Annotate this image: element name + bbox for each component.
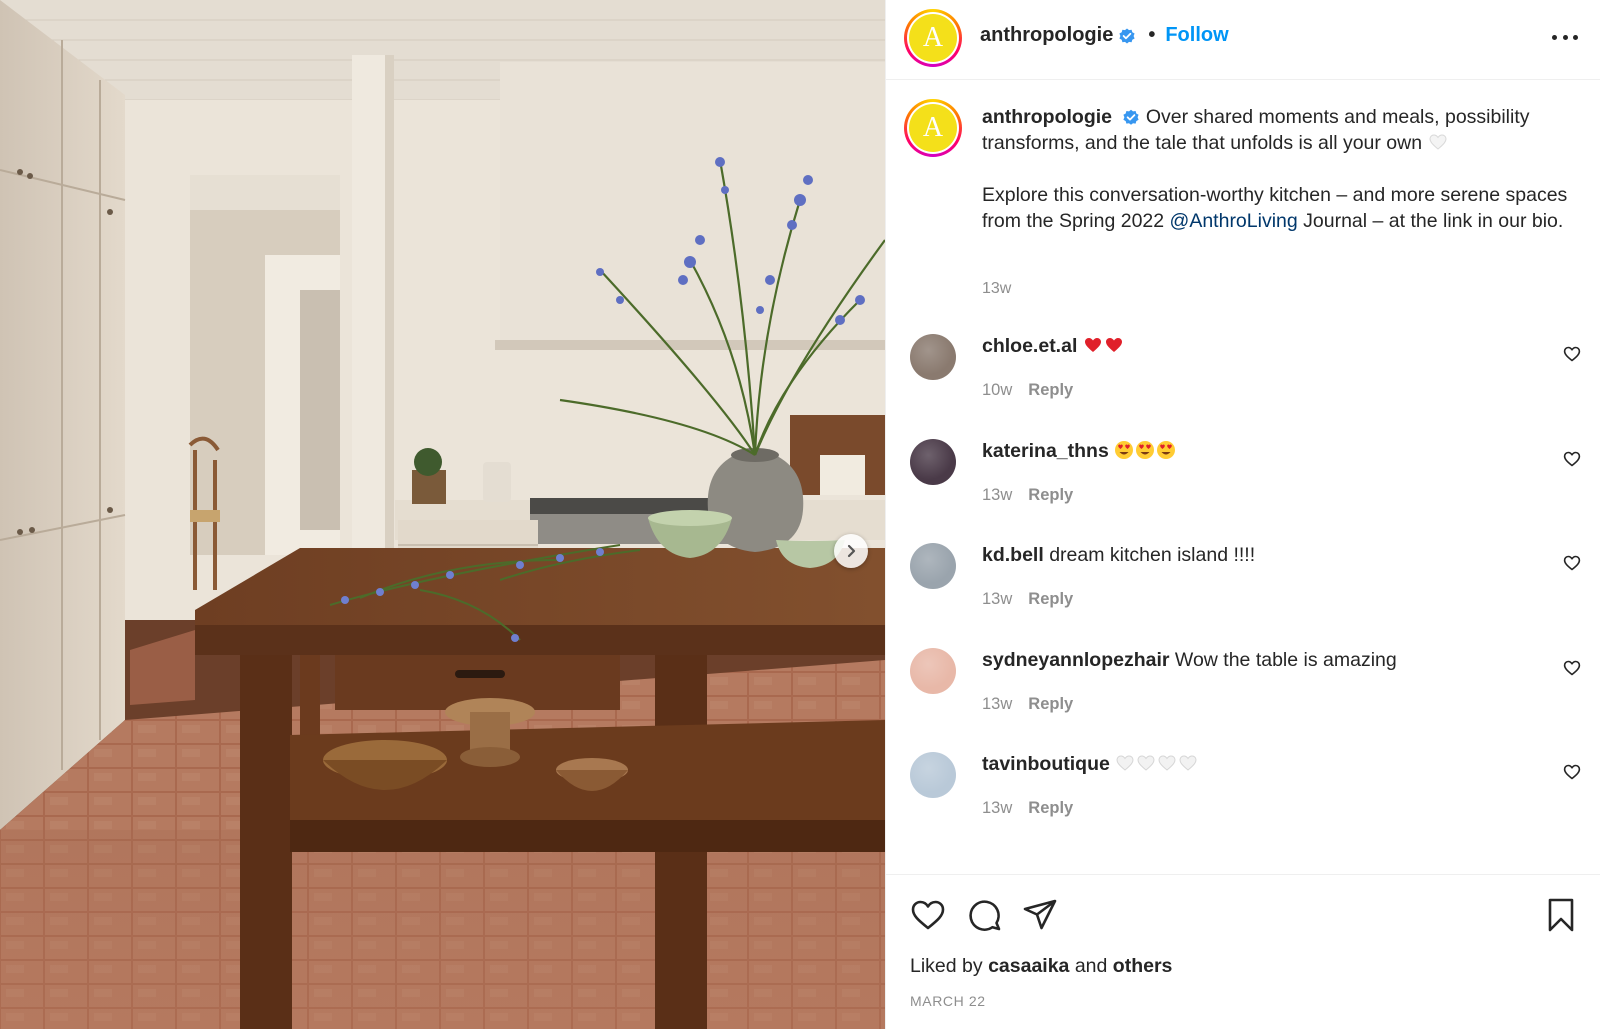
comment-meta: 13w Reply xyxy=(982,486,1073,505)
comment-like-heart-icon[interactable] xyxy=(1563,659,1581,677)
post-image[interactable] xyxy=(0,0,885,1029)
post-header: A anthropologie • Follow xyxy=(886,0,1600,80)
caption-timestamp[interactable]: 13w xyxy=(982,280,1011,298)
liked-by-user[interactable]: casaaika xyxy=(988,955,1069,977)
commenter-username[interactable]: sydneyannlopezhair xyxy=(982,649,1169,671)
caption-paragraph-2: Explore this conversation-worthy kitchen… xyxy=(982,184,1568,232)
comment-emoji xyxy=(1115,753,1199,775)
comment-timestamp[interactable]: 13w xyxy=(982,799,1012,817)
comment-timestamp[interactable]: 10w xyxy=(982,381,1012,399)
comment-item: tavinboutique 13w Reply xyxy=(886,749,1600,855)
comment-meta: 13w Reply xyxy=(982,695,1073,714)
comment-item: sydneyannlopezhair Wow the table is amaz… xyxy=(886,645,1600,751)
comment-item: katerina_thns 13w Reply xyxy=(886,436,1600,542)
brand-logo: A xyxy=(909,14,957,62)
chevron-right-icon xyxy=(847,544,856,558)
caption-author-avatar[interactable]: A xyxy=(904,99,962,157)
mention-link[interactable]: @AnthroLiving xyxy=(1170,210,1298,232)
commenter-avatar[interactable] xyxy=(910,439,956,485)
commenter-avatar[interactable] xyxy=(910,752,956,798)
comment-item: kd.bell dream kitchen island !!!! 13w Repl… xyxy=(886,540,1600,646)
comment-like-heart-icon[interactable] xyxy=(1563,345,1581,363)
follow-button[interactable]: Follow xyxy=(1165,24,1228,47)
reply-button[interactable]: Reply xyxy=(1028,590,1073,608)
commenter-username[interactable]: kd.bell xyxy=(982,544,1044,566)
comment-body: katerina_thns xyxy=(982,438,1177,464)
comment-text: Wow the table is amazing xyxy=(1174,649,1397,671)
next-image-button[interactable] xyxy=(834,534,868,568)
comment-body: tavinboutique xyxy=(982,751,1199,777)
comment-body: sydneyannlopezhair Wow the table is amaz… xyxy=(982,647,1397,673)
reply-button[interactable]: Reply xyxy=(1028,695,1073,713)
likes-summary: Liked by casaaika and others xyxy=(910,955,1173,977)
author-username[interactable]: anthropologie xyxy=(980,24,1113,47)
comment-item: chloe.et.al 10w Reply xyxy=(886,331,1600,437)
comment-timestamp[interactable]: 13w xyxy=(982,486,1012,504)
post-details-panel: A anthropologie • Follow A anthropologie… xyxy=(885,0,1600,1029)
post-actions-footer: Liked by casaaika and others MARCH 22 xyxy=(886,874,1600,1030)
comment-emoji xyxy=(1083,335,1125,357)
caption-username[interactable]: anthropologie xyxy=(982,106,1112,128)
paper-plane-icon[interactable] xyxy=(1022,897,1058,933)
kitchen-photo xyxy=(0,0,885,1029)
comment-text: dream kitchen island !!!! xyxy=(1049,544,1256,566)
comment-bubble-icon[interactable] xyxy=(966,897,1002,933)
verified-badge-icon xyxy=(1118,27,1136,45)
reply-button[interactable]: Reply xyxy=(1028,381,1073,399)
liked-by-others[interactable]: others xyxy=(1113,955,1173,977)
comment-like-heart-icon[interactable] xyxy=(1563,763,1581,781)
comment-meta: 10w Reply xyxy=(982,381,1073,400)
more-options-icon[interactable] xyxy=(1552,28,1578,46)
commenter-username[interactable]: chloe.et.al xyxy=(982,335,1077,357)
heart-outline-icon[interactable] xyxy=(910,897,946,933)
caption-text: anthropologie Over shared moments and me… xyxy=(982,104,1572,234)
comment-body: kd.bell dream kitchen island !!!! xyxy=(982,542,1255,568)
brand-logo: A xyxy=(909,104,957,152)
post-date[interactable]: MARCH 22 xyxy=(910,993,986,1009)
commenter-avatar[interactable] xyxy=(910,648,956,694)
comment-body: chloe.et.al xyxy=(982,333,1125,359)
reply-button[interactable]: Reply xyxy=(1028,799,1073,817)
verified-badge-icon xyxy=(1122,109,1140,127)
commenter-avatar[interactable] xyxy=(910,543,956,589)
comment-timestamp[interactable]: 13w xyxy=(982,590,1012,608)
commenter-username[interactable]: tavinboutique xyxy=(982,753,1110,775)
comment-like-heart-icon[interactable] xyxy=(1563,450,1581,468)
comment-meta: 13w Reply xyxy=(982,799,1073,818)
white-heart-emoji-icon xyxy=(1428,132,1448,152)
separator-dot: • xyxy=(1148,24,1156,46)
bookmark-icon[interactable] xyxy=(1543,897,1579,933)
author-avatar[interactable]: A xyxy=(904,9,962,67)
header-user-line: anthropologie • Follow xyxy=(980,24,1229,47)
reply-button[interactable]: Reply xyxy=(1028,486,1073,504)
comment-like-heart-icon[interactable] xyxy=(1563,554,1581,572)
comment-meta: 13w Reply xyxy=(982,590,1073,609)
commenter-avatar[interactable] xyxy=(910,334,956,380)
commenter-username[interactable]: katerina_thns xyxy=(982,440,1109,462)
comment-emoji xyxy=(1114,440,1177,462)
comment-timestamp[interactable]: 13w xyxy=(982,695,1012,713)
